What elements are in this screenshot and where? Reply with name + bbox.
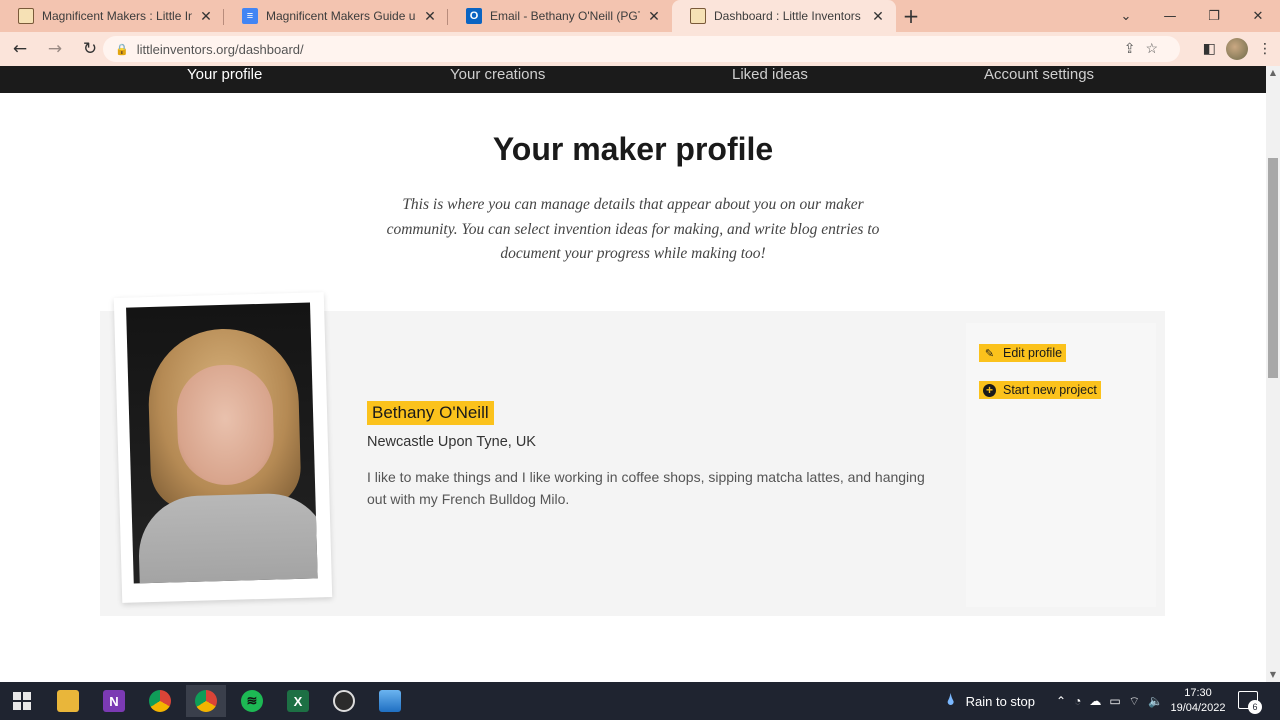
weather-widget[interactable]: 🌢 Rain to stop bbox=[946, 682, 1035, 720]
new-tab-button[interactable]: + bbox=[896, 0, 926, 32]
spotify-app[interactable]: ≋ bbox=[232, 685, 272, 717]
screen-recorder-app[interactable] bbox=[324, 685, 364, 717]
browser-tab-1[interactable]: Magnificent Makers : Little Inven ✕ bbox=[0, 0, 224, 32]
nav-your-creations[interactable]: Your creations bbox=[450, 66, 545, 83]
spotify-icon: ≋ bbox=[241, 690, 263, 712]
window-controls: ⌄ — ❐ ✕ bbox=[1104, 0, 1280, 32]
browser-tab-2[interactable]: ≡ Magnificent Makers Guide updat ✕ bbox=[224, 0, 448, 32]
page-intro: This is where you can manage details tha… bbox=[386, 196, 880, 262]
close-tab-icon[interactable]: ✕ bbox=[646, 8, 662, 25]
nav-liked-ideas[interactable]: Liked ideas bbox=[732, 66, 808, 83]
profile-photo bbox=[126, 302, 318, 584]
google-docs-icon: ≡ bbox=[242, 8, 258, 24]
reload-button[interactable]: ↻ bbox=[75, 39, 105, 59]
volume-icon[interactable]: 🔈 bbox=[1148, 694, 1163, 708]
chrome-icon bbox=[149, 690, 171, 712]
back-button[interactable]: ← bbox=[5, 39, 35, 59]
close-tab-icon[interactable]: ✕ bbox=[870, 8, 886, 25]
tab-search-icon[interactable]: ⌄ bbox=[1104, 9, 1148, 24]
folder-icon bbox=[57, 690, 79, 712]
url-text: littleinventors.org/dashboard/ bbox=[136, 41, 304, 57]
toolbar-right: ◧ ⋮ bbox=[1203, 38, 1272, 60]
plus-circle-icon: + bbox=[983, 383, 996, 397]
profile-bio: I like to make things and I like working… bbox=[367, 469, 925, 507]
browser-tab-strip: Magnificent Makers : Little Inven ✕ ≡ Ma… bbox=[0, 0, 1280, 32]
profile-photo-frame bbox=[113, 292, 333, 603]
restore-button[interactable]: ❐ bbox=[1192, 9, 1236, 24]
edit-profile-label: Edit profile bbox=[1003, 346, 1063, 360]
start-new-project-button[interactable]: + Start new project bbox=[979, 381, 1101, 399]
address-bar[interactable]: 🔒 littleinventors.org/dashboard/ ⇪☆ bbox=[103, 36, 1180, 62]
profile-actions-panel bbox=[966, 323, 1156, 607]
start-new-project-label: Start new project bbox=[1003, 383, 1097, 397]
pencil-icon: ✎ bbox=[984, 347, 995, 360]
chrome-app-2[interactable] bbox=[186, 685, 226, 717]
browser-toolbar: ← → ↻ 🔒 littleinventors.org/dashboard/ ⇪… bbox=[0, 32, 1280, 66]
minimize-button[interactable]: — bbox=[1148, 9, 1192, 24]
lock-icon[interactable]: 🔒 bbox=[115, 43, 129, 56]
photo-shirt-shape bbox=[137, 492, 318, 584]
onedrive-cloud-icon[interactable]: ☁ bbox=[1089, 694, 1101, 708]
tab-title: Email - Bethany O'Neill (PGT) - O bbox=[490, 9, 640, 23]
browser-tab-3[interactable]: O Email - Bethany O'Neill (PGT) - O ✕ bbox=[448, 0, 672, 32]
close-tab-icon[interactable]: ✕ bbox=[198, 8, 214, 25]
file-explorer-app[interactable] bbox=[48, 685, 88, 717]
photo-face-shape bbox=[175, 363, 276, 487]
scroll-up-arrow-icon[interactable]: ▲ bbox=[1266, 66, 1280, 80]
site-navigation: Your profile Your creations Liked ideas … bbox=[0, 66, 1266, 93]
side-panel-icon[interactable]: ◧ bbox=[1203, 41, 1216, 57]
clock-date: 19/04/2022 bbox=[1170, 702, 1226, 714]
onenote-icon: N bbox=[103, 690, 125, 712]
nav-account-settings[interactable]: Account settings bbox=[984, 66, 1094, 83]
edit-profile-button[interactable]: ✎ Edit profile bbox=[979, 344, 1067, 362]
start-button[interactable] bbox=[2, 685, 42, 717]
nav-your-profile[interactable]: Your profile bbox=[187, 66, 262, 83]
outlook-icon: O bbox=[466, 8, 482, 24]
main-content: Your maker profile This is where you can… bbox=[0, 93, 1266, 682]
rain-icon: 🌢 bbox=[946, 692, 956, 709]
windows-logo-icon bbox=[13, 692, 31, 710]
chrome-icon bbox=[195, 690, 217, 712]
taskbar-clock[interactable]: 17:30 19/04/2022 bbox=[1168, 686, 1228, 716]
close-tab-icon[interactable]: ✕ bbox=[422, 8, 438, 25]
tab-title: Magnificent Makers Guide updat bbox=[266, 9, 416, 23]
clock-time: 17:30 bbox=[1184, 687, 1212, 699]
browser-tab-4[interactable]: Dashboard : Little Inventors ✕ bbox=[672, 0, 896, 32]
chrome-app-1[interactable] bbox=[140, 685, 180, 717]
notification-count-badge: 6 bbox=[1248, 700, 1262, 714]
scrollbar-thumb[interactable] bbox=[1268, 158, 1278, 378]
recorder-icon bbox=[333, 690, 355, 712]
battery-icon[interactable]: ▭ bbox=[1109, 694, 1120, 708]
chevron-up-icon[interactable]: ⌃ bbox=[1056, 694, 1066, 708]
meet-now-icon[interactable]: ◔ bbox=[1074, 694, 1081, 708]
tab-title: Dashboard : Little Inventors bbox=[714, 9, 861, 23]
excel-app[interactable]: X bbox=[278, 685, 318, 717]
page-title: Your maker profile bbox=[492, 131, 774, 167]
profile-location: Newcastle Upon Tyne, UK bbox=[367, 434, 536, 450]
wifi-icon[interactable]: ⌔ bbox=[1129, 694, 1140, 709]
menu-icon[interactable]: ⋮ bbox=[1258, 41, 1272, 57]
onenote-app[interactable]: N bbox=[94, 685, 134, 717]
book-icon bbox=[690, 8, 706, 24]
forward-button[interactable]: → bbox=[40, 39, 70, 59]
photos-app[interactable] bbox=[370, 685, 410, 717]
weather-text: Rain to stop bbox=[965, 693, 1035, 709]
windows-taskbar: N ≋ X 🌢 Rain to stop ⌃ ◔ ☁ ▭ ⌔ 🔈 17:30 1… bbox=[0, 682, 1280, 720]
excel-icon: X bbox=[287, 690, 309, 712]
close-window-button[interactable]: ✕ bbox=[1236, 9, 1280, 24]
profile-name: Bethany O'Neill bbox=[367, 401, 494, 425]
profile-avatar-icon[interactable] bbox=[1226, 38, 1248, 60]
tab-title: Magnificent Makers : Little Inven bbox=[42, 9, 192, 23]
system-tray: ⌃ ◔ ☁ ▭ ⌔ 🔈 bbox=[1056, 682, 1163, 720]
book-icon bbox=[18, 8, 34, 24]
page-scrollbar[interactable]: ▲ ▼ bbox=[1266, 66, 1280, 682]
scroll-down-arrow-icon[interactable]: ▼ bbox=[1266, 668, 1280, 682]
photos-icon bbox=[379, 690, 401, 712]
share-and-bookmark-icons[interactable]: ⇪☆ bbox=[1124, 40, 1168, 57]
